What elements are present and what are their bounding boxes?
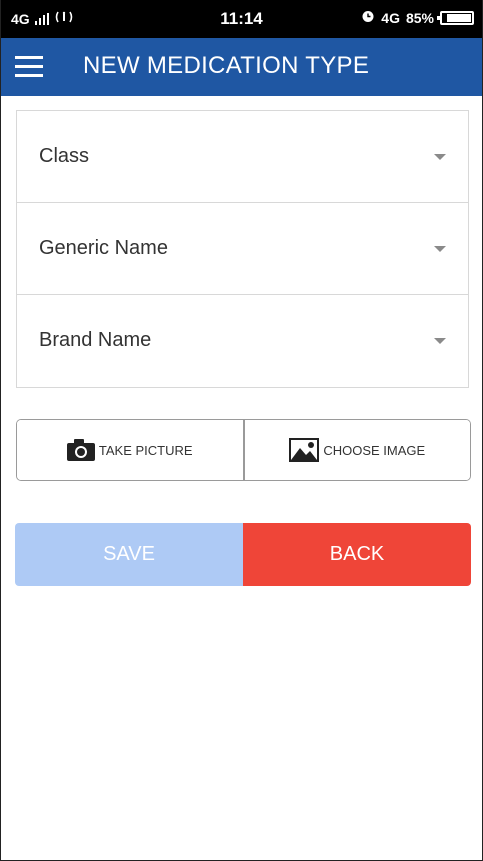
save-button[interactable]: SAVE xyxy=(15,523,243,586)
battery-percent: 85% xyxy=(405,9,434,26)
app-bar: NEW MEDICATION TYPE xyxy=(1,38,482,96)
image-actions: TAKE PICTURE CHOOSE IMAGE xyxy=(16,419,471,481)
back-button[interactable]: BACK xyxy=(243,523,471,586)
page-title: NEW MEDICATION TYPE xyxy=(83,52,370,79)
choose-image-button[interactable]: CHOOSE IMAGE xyxy=(242,420,470,480)
take-picture-button[interactable]: TAKE PICTURE xyxy=(17,420,243,480)
take-picture-label: TAKE PICTURE xyxy=(98,442,193,458)
action-buttons: SAVE BACK xyxy=(15,523,471,586)
phone-screen: 4G 11:14 4G 85% NEW MEDICATION TYPE Clas… xyxy=(0,0,483,861)
generic-name-dropdown[interactable]: Generic Name xyxy=(17,203,468,295)
medication-fields: Class Generic Name Brand Name xyxy=(16,110,469,388)
class-dropdown[interactable]: Class xyxy=(17,111,468,203)
data-type: 4G xyxy=(381,9,400,26)
status-bar-right: 4G 85% xyxy=(361,9,474,26)
class-label: Class xyxy=(39,145,90,167)
dropdown-caret-icon xyxy=(434,338,446,344)
battery-icon xyxy=(437,10,474,25)
hamburger-menu-icon[interactable] xyxy=(15,56,43,78)
dropdown-caret-icon xyxy=(434,154,446,160)
image-icon xyxy=(289,438,320,462)
brand-name-label: Brand Name xyxy=(39,329,152,351)
brand-name-dropdown[interactable]: Brand Name xyxy=(17,295,468,387)
alarm-icon xyxy=(361,9,375,26)
camera-icon xyxy=(66,439,95,461)
generic-name-label: Generic Name xyxy=(39,237,168,259)
dropdown-caret-icon xyxy=(434,246,446,252)
choose-image-label: CHOOSE IMAGE xyxy=(323,442,426,458)
status-bar: 4G 11:14 4G 85% xyxy=(1,0,482,38)
